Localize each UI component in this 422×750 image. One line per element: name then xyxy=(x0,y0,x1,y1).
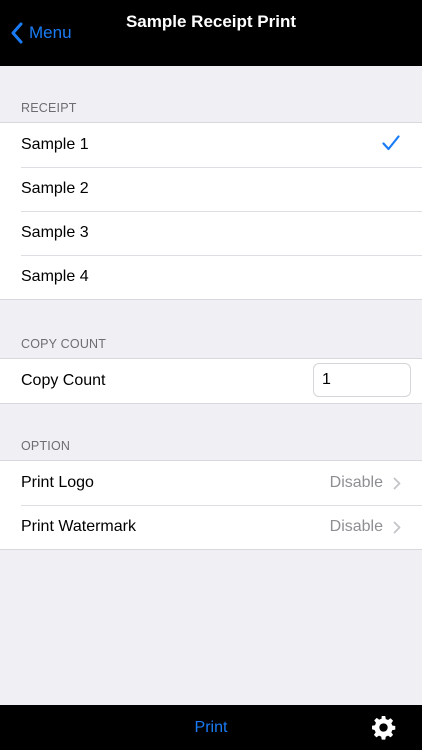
section-header-receipt: RECEIPT xyxy=(21,101,77,115)
option-label: Print Watermark xyxy=(21,518,136,535)
receipt-item-sample-3[interactable]: Sample 3 xyxy=(0,211,422,255)
copy-count-group: Copy Count xyxy=(0,358,422,404)
receipt-item-label: Sample 3 xyxy=(21,224,89,241)
receipt-item-label: Sample 4 xyxy=(21,268,89,285)
receipt-item-label: Sample 1 xyxy=(21,136,89,153)
back-button-label: Menu xyxy=(29,23,72,42)
print-button-label: Print xyxy=(194,719,228,736)
chevron-left-icon xyxy=(11,22,23,44)
option-print-watermark[interactable]: Print Watermark Disable xyxy=(0,505,422,549)
copy-count-input[interactable] xyxy=(313,363,411,397)
option-value: Disable xyxy=(329,518,383,535)
page-title-text: Sample Receipt Print xyxy=(125,12,297,31)
option-print-logo[interactable]: Print Logo Disable xyxy=(0,461,422,505)
chevron-right-icon xyxy=(393,521,401,533)
section-header-option: OPTION xyxy=(21,439,71,453)
option-list: Print Logo Disable Print Watermark Disab… xyxy=(0,460,422,550)
option-label: Print Logo xyxy=(21,474,94,491)
receipt-item-label: Sample 2 xyxy=(21,180,89,197)
section-header-copy-count: COPY COUNT xyxy=(21,337,107,351)
chevron-right-icon xyxy=(393,477,401,489)
receipt-item-sample-1[interactable]: Sample 1 xyxy=(0,123,422,167)
receipt-item-sample-4[interactable]: Sample 4 xyxy=(0,255,422,299)
option-value: Disable xyxy=(329,474,383,491)
print-button[interactable]: Print xyxy=(0,705,422,750)
gear-icon[interactable] xyxy=(371,715,396,740)
checkmark-icon xyxy=(382,135,400,151)
back-button[interactable]: Menu xyxy=(10,0,72,66)
copy-count-row: Copy Count xyxy=(0,359,422,403)
receipt-list: Sample 1 Sample 2 Sample 3 Sample 4 xyxy=(0,122,422,300)
navigation-bar: Menu Sample Receipt Print xyxy=(0,0,422,66)
receipt-item-sample-2[interactable]: Sample 2 xyxy=(0,167,422,211)
bottom-toolbar: Print xyxy=(0,705,422,750)
